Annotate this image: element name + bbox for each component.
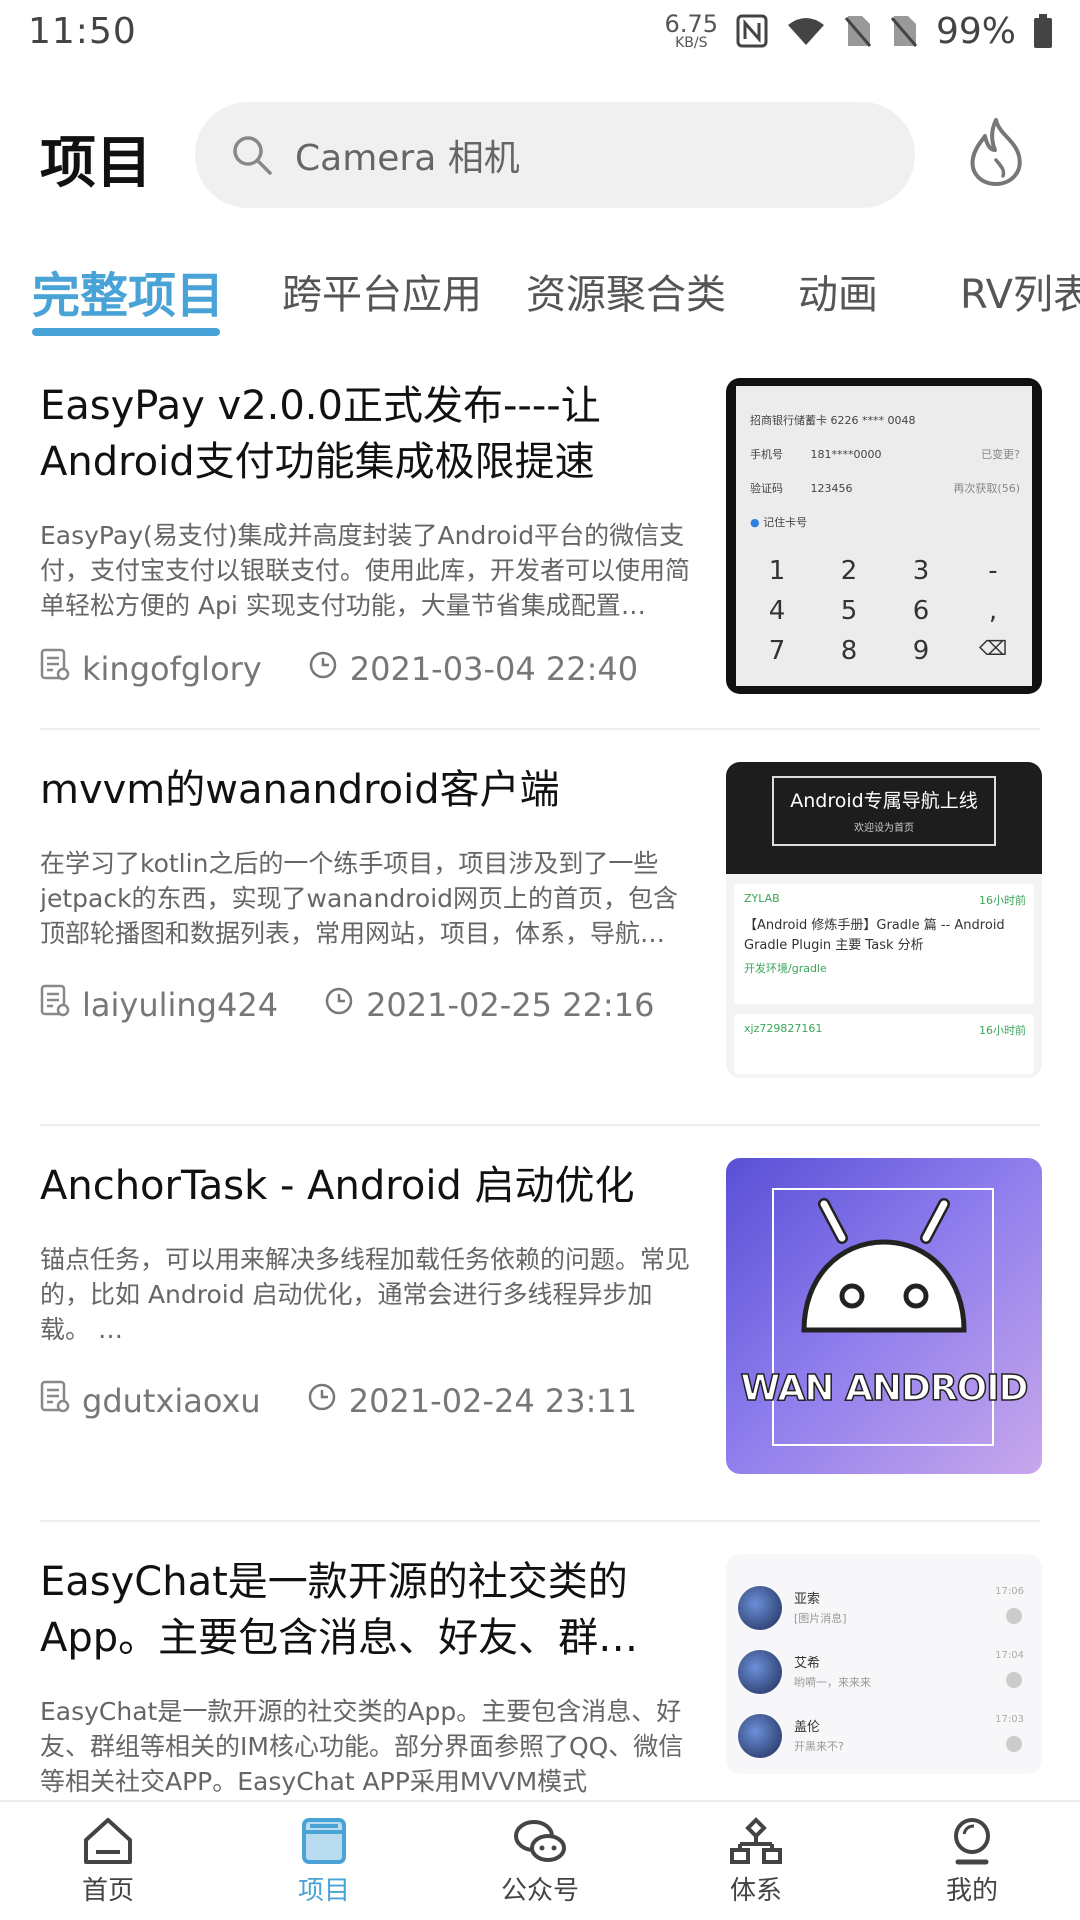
article-thumbnail: WAN ANDROID [726,1158,1042,1474]
tab-animation[interactable]: 动画 [798,262,878,320]
article-title: AnchorTask - Android 启动优化 [40,1163,635,1209]
clock-icon [308,650,338,688]
thumb-chat-item: 盖伦 开黑来不? 17:03 [734,1710,1034,1768]
article-list: EasyPay v2.0.0正式发布----让Android支付功能集成极限提速… [0,370,1080,1800]
thumb-list-item: ZYLAB 16小时前 【Android 修炼手册】Gradle 篇 -- And… [734,884,1034,1004]
thumb-label: WAN ANDROID [740,1367,1030,1410]
author-icon [40,648,70,690]
article-desc: EasyPay(易支付)集成并高度封装了Android平台的微信支付，支付宝支付… [40,521,691,620]
article-time: 2021-02-25 22:16 [366,986,655,1024]
home-icon [84,1818,132,1864]
author-icon [40,1380,70,1422]
nav-system[interactable]: 体系 [648,1802,864,1920]
no-sim-icon [844,14,872,48]
nav-official-accounts[interactable]: 公众号 [432,1802,648,1920]
thumb-code-row: 验证码 123456 再次获取(56) [750,482,1020,495]
divider [40,728,1040,730]
article-card[interactable]: mvvm的wanandroid客户端 在学习了kotlin之后的一个练手项目，项… [0,762,1080,1158]
bottom-nav: 首页 项目 公众号 体系 我的 [0,1800,1080,1920]
page-title: 项目 [40,131,152,196]
article-author: gdutxiaoxu [82,1382,261,1420]
wechat-icon [514,1820,566,1862]
tab-complete-projects[interactable]: 完整项目 [32,256,224,326]
thumb-chat-item: 艾希 哟嗬一，来来来 17:04 [734,1646,1034,1704]
article-title: mvvm的wanandroid客户端 [40,767,560,813]
battery-icon [1034,14,1052,48]
projects-icon [302,1818,346,1864]
thumb-remember-row: ● 记住卡号 [750,516,808,529]
article-meta: kingofglory 2021-03-04 22:40 [40,648,638,690]
article-title: EasyChat是一款开源的社交类的App。主要包含消息、好友、群… [40,1559,639,1661]
search-icon [231,134,273,176]
article-thumbnail: 亚索 [图片消息] 17:06 艾希 哟嗬一，来来来 17:04 盖伦 开黑来不… [726,1554,1042,1774]
status-time: 11:50 [28,10,137,52]
article-thumbnail: 招商银行储蓄卡 6226 **** 0048 手机号 181****0000 已… [726,378,1042,694]
search-input[interactable]: Camera 相机 [195,102,915,208]
tab-resource-aggregation[interactable]: 资源聚合类 [526,262,726,320]
thumb-chat-item: 亚索 [图片消息] 17:06 [734,1582,1034,1640]
article-desc: 锚点任务，可以用来解决多线程加载任务依赖的问题。常见的，比如 Android 启… [40,1245,691,1344]
tab-indicator [32,328,220,336]
thumb-card-number: 招商银行储蓄卡 6226 **** 0048 [750,414,916,427]
header: 项目 Camera 相机 [0,100,1080,210]
status-bar: 11:50 6.75 KB/S 99% [0,0,1080,62]
article-author: laiyuling424 [82,986,279,1024]
battery-percent: 99% [935,10,1016,52]
thumb-banner: Android专属导航上线 欢迎设为首页 [726,762,1042,874]
search-placeholder: Camera 相机 [295,138,520,179]
divider [40,1124,1040,1126]
nav-home[interactable]: 首页 [0,1802,216,1920]
network-speed: 6.75 KB/S [664,10,718,51]
category-tabs: 完整项目 跨平台应用 资源聚合类 动画 RV列表 [0,250,1080,340]
thumb-phone-row: 手机号 181****0000 已变更? [750,448,1020,461]
nfc-icon [736,14,768,48]
article-meta: gdutxiaoxu 2021-02-24 23:11 [40,1380,637,1422]
article-time: 2021-02-24 23:11 [348,1382,638,1420]
article-author: kingofglory [82,650,262,688]
tab-rv-list[interactable]: RV列表 [960,262,1080,320]
no-sim-icon-2 [890,14,918,48]
android-logo-icon [801,1198,967,1333]
clock-icon [307,1382,337,1420]
article-card[interactable]: EasyChat是一款开源的社交类的App。主要包含消息、好友、群… EasyC… [0,1554,1080,1800]
wifi-icon [786,15,826,47]
clock-icon [324,986,354,1024]
author-icon [40,984,70,1026]
nav-mine[interactable]: 我的 [864,1802,1080,1920]
nav-projects[interactable]: 项目 [216,1802,432,1920]
article-time: 2021-03-04 22:40 [349,650,639,688]
thumb-list-item: xjz729827161 16小时前 [734,1014,1034,1074]
divider [40,1520,1040,1522]
article-meta: laiyuling424 2021-02-25 22:16 [40,984,654,1026]
article-title: EasyPay v2.0.0正式发布----让Android支付功能集成极限提速 [40,383,601,485]
article-thumbnail: Android专属导航上线 欢迎设为首页 ZYLAB 16小时前 【Android… [726,762,1042,1078]
article-card[interactable]: EasyPay v2.0.0正式发布----让Android支付功能集成极限提速… [0,378,1080,774]
profile-icon [954,1818,990,1865]
article-desc: EasyChat是一款开源的社交类的App。主要包含消息、好友、群组等相关的IM… [40,1697,684,1796]
hot-icon[interactable] [965,116,1027,192]
article-desc: 在学习了kotlin之后的一个练手项目，项目涉及到了一些jetpack的东西，实… [40,849,679,948]
status-icons: 6.75 KB/S 99% [665,11,1052,52]
hierarchy-icon [730,1817,782,1864]
article-card[interactable]: AnchorTask - Android 启动优化 锚点任务，可以用来解决多线程… [0,1158,1080,1554]
tab-cross-platform[interactable]: 跨平台应用 [282,262,482,320]
